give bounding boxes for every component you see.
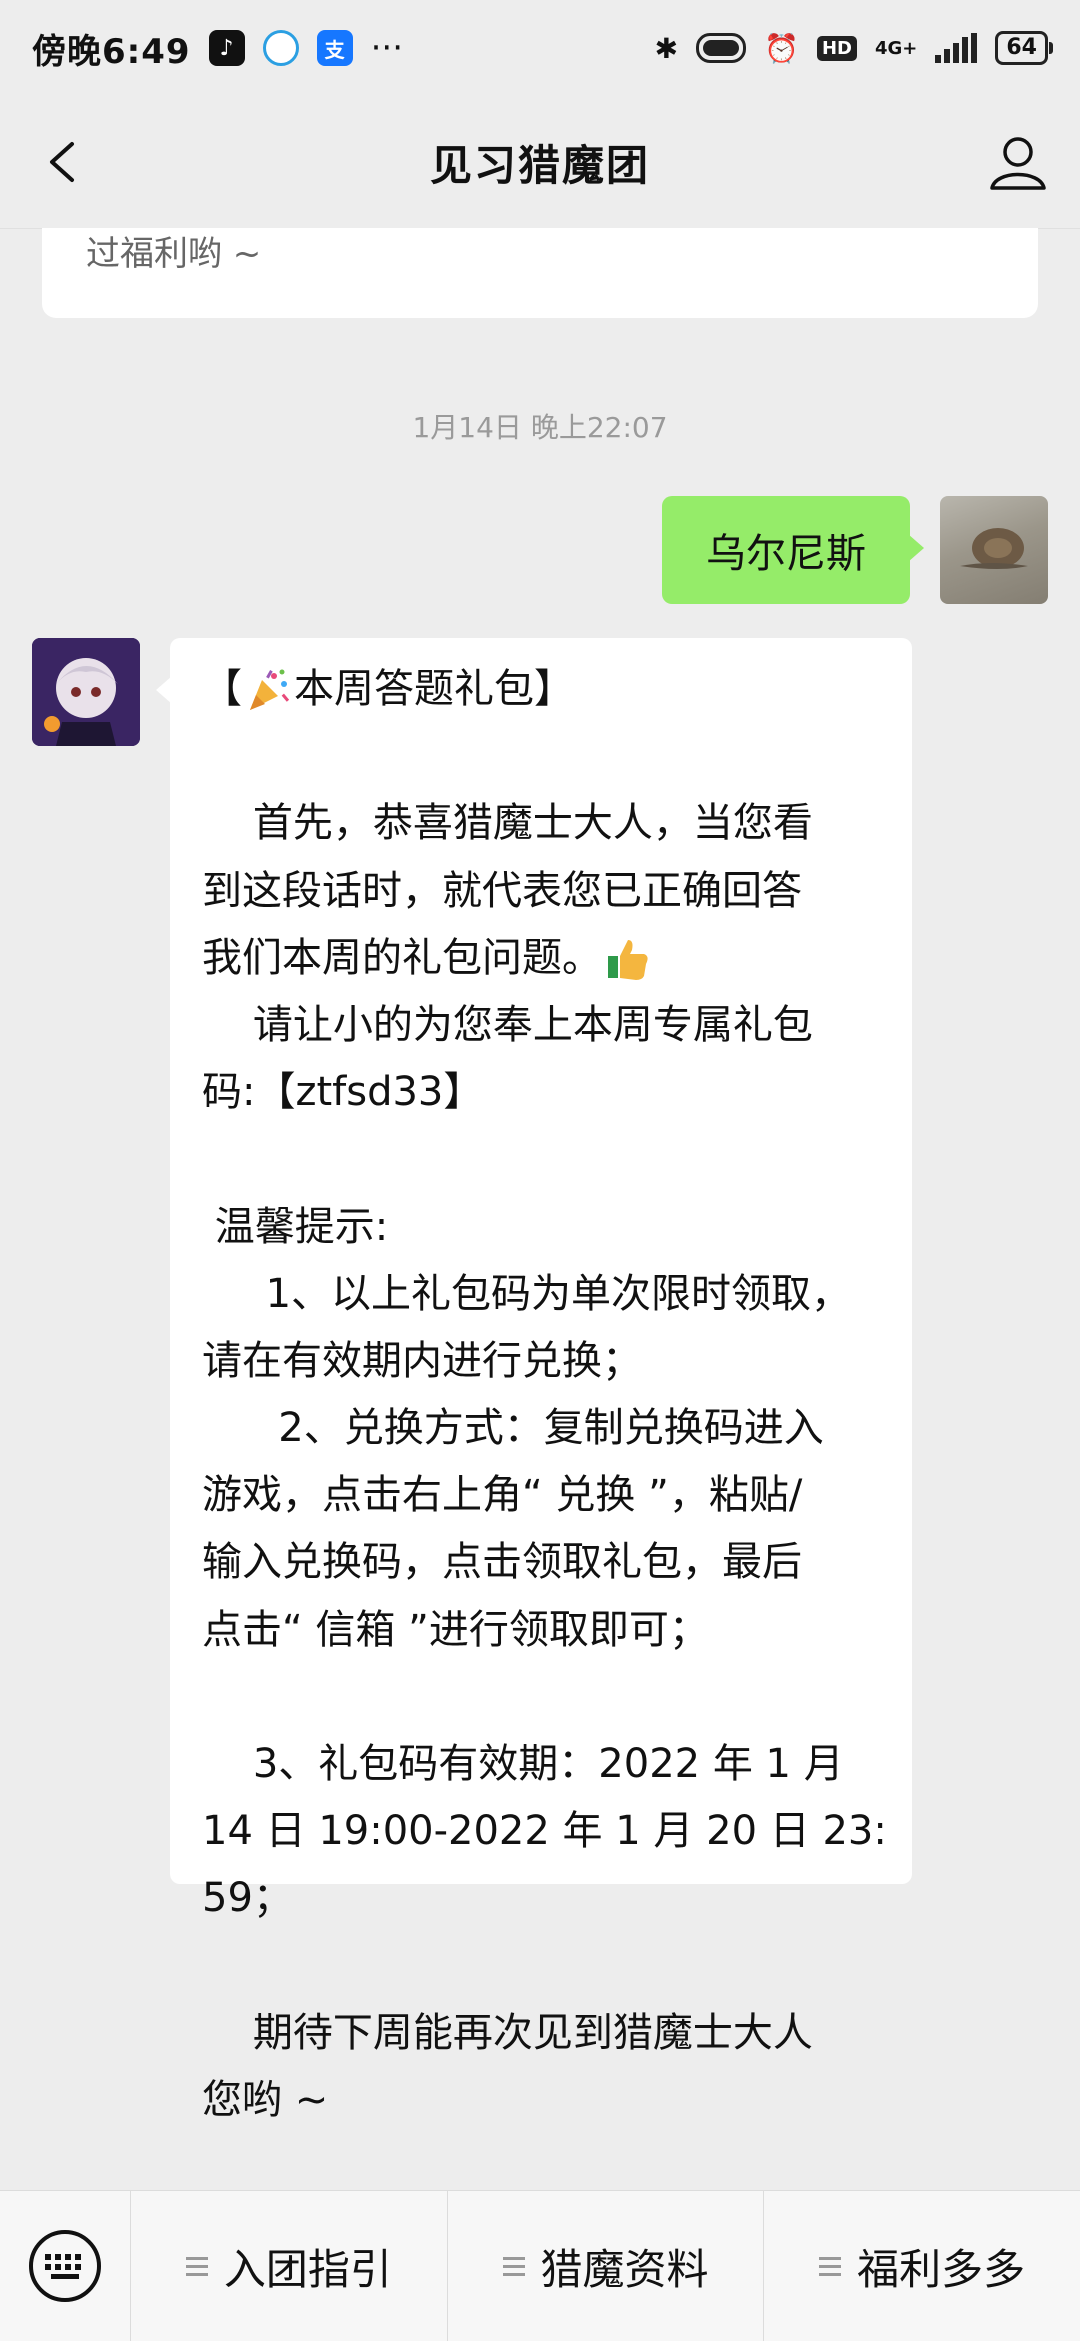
message-line-text: 我们本周的礼包问题。: [202, 934, 602, 981]
menu-list-icon: [185, 2256, 208, 2276]
nav-bar: 见习猎魔团: [0, 96, 1080, 229]
toggle-status-icon: [696, 33, 747, 63]
previous-message-card[interactable]: 过福利哟 ~: [42, 228, 1038, 318]
message-line: 首先，恭喜猎魔士大人，当您看: [202, 800, 813, 847]
previous-card-text: 过福利哟 ~: [86, 234, 262, 274]
hd-icon: HD: [816, 35, 857, 61]
page-title: 见习猎魔团: [429, 140, 650, 190]
message-line: 请让小的为您奉上本周专属礼包: [202, 1001, 813, 1048]
avatar[interactable]: [940, 496, 1048, 604]
menu-list-icon: [819, 2256, 842, 2276]
chevron-left-icon[interactable]: [38, 132, 94, 192]
message-line-text: 【: [202, 666, 242, 712]
message-line: 14 日 19:00-2022 年 1 月 20 日 23:: [202, 1808, 887, 1855]
status-bar: 傍晚6:49 ♪ 支 ··· ✱ ⏰ HD 4G+ 64: [0, 0, 1080, 96]
bluetooth-icon: ✱: [654, 31, 679, 65]
message-timestamp: 1月14日 晚上22:07: [412, 411, 668, 444]
message-line: 点击“ 信箱 ”进行领取即可；: [202, 1606, 709, 1653]
status-right: ✱ ⏰ HD 4G+ 64: [654, 31, 1053, 65]
message-line: [202, 1664, 886, 1731]
menu-item-label: 福利多多: [857, 2244, 1026, 2294]
more-notifications-icon: ···: [370, 28, 404, 68]
message-line: 1、以上礼包码为单次限时领取，: [202, 1270, 852, 1317]
battery-icon: 64: [995, 31, 1053, 65]
menu-item-info[interactable]: 猎魔资料: [446, 2191, 764, 2341]
message-line: 我们本周的礼包问题。: [202, 925, 886, 992]
browser-app-icon: [262, 30, 299, 66]
network-type: 4G+: [874, 37, 918, 59]
signal-icon: [935, 33, 978, 63]
menu-list-icon: [502, 2256, 525, 2276]
person-icon[interactable]: [986, 130, 1050, 194]
message-line: 期待下周能再次见到猎魔士大人: [202, 2009, 813, 2056]
self-message-text: 乌尔尼斯: [706, 531, 866, 577]
message-line: 输入兑换码，点击领取礼包，最后: [202, 1539, 802, 1586]
menu-item-label: 入团指引: [223, 2244, 392, 2294]
alipay-app-icon: 支: [316, 30, 353, 66]
message-line-text: 本周答题礼包】: [294, 666, 574, 712]
menu-item-benefits[interactable]: 福利多多: [763, 2191, 1080, 2341]
message-line: 到这段话时，就代表您已正确回答: [202, 867, 802, 914]
keyboard-icon: [29, 2230, 101, 2302]
message-line: [202, 723, 886, 790]
message-line: [202, 1126, 886, 1193]
message-line: 3、礼包码有效期：2022 年 1 月: [202, 1741, 844, 1787]
tiktok-app-icon: ♪: [208, 30, 245, 66]
message-line: 码:【ztfsd33】: [202, 1069, 484, 1116]
game-character-avatar-icon: [32, 638, 140, 746]
chat-area[interactable]: 过福利哟 ~ 1月14日 晚上22:07 乌尔尼斯 【 本周答题礼包】 首先，恭…: [0, 228, 1080, 2190]
bot-message-bubble[interactable]: 【 本周答题礼包】 首先，恭喜猎魔士大人，当您看 到这段话时，就代表您已正确回答…: [156, 638, 912, 2123]
message-line: 您哟 ~: [202, 2076, 329, 2123]
thumbs-up-icon: [608, 940, 648, 981]
message-line: 温馨提示:: [202, 1203, 389, 1250]
party-popper-icon: [250, 669, 290, 710]
snail-avatar-icon: [960, 528, 1028, 569]
status-left: 傍晚6:49 ♪ 支 ···: [32, 24, 403, 73]
alarm-icon: ⏰: [764, 31, 799, 65]
menu-item-guide[interactable]: 入团指引: [130, 2191, 447, 2341]
bottom-menu-bar: 入团指引 猎魔资料 福利多多: [0, 2190, 1080, 2341]
keyboard-toggle-button[interactable]: [0, 2191, 130, 2341]
self-message-bubble[interactable]: 乌尔尼斯: [662, 496, 924, 604]
message-line: 【 本周答题礼包】: [202, 656, 886, 723]
message-line: 游戏，点击右上角“ 兑换 ”，粘贴/: [202, 1472, 803, 1519]
message-line: 59；: [202, 1875, 293, 1922]
message-line: [202, 1933, 886, 2000]
avatar[interactable]: [32, 638, 140, 746]
message-line: 请在有效期内进行兑换；: [202, 1337, 642, 1384]
status-time: 傍晚6:49: [32, 31, 191, 72]
menu-item-label: 猎魔资料: [540, 2244, 709, 2294]
message-line: 2、兑换方式：复制兑换码进入: [202, 1405, 824, 1452]
